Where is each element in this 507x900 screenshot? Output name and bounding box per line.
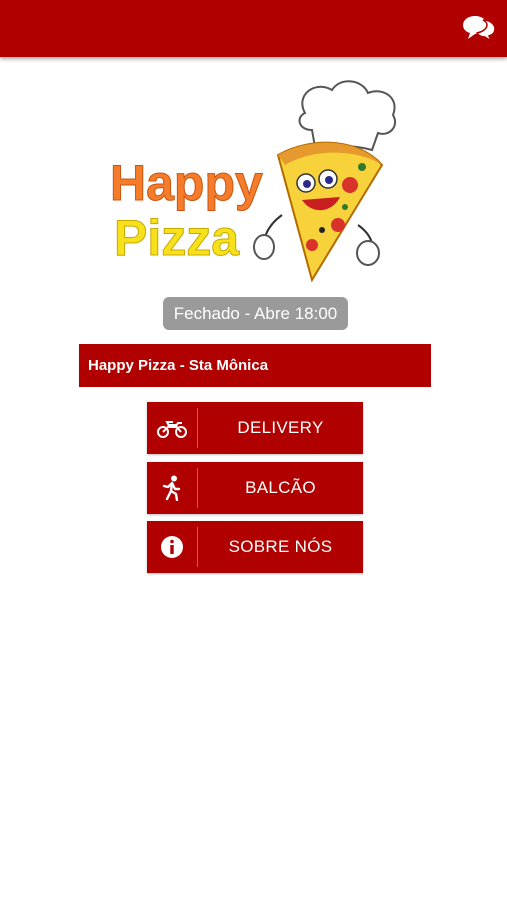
balcao-button[interactable]: BALCÃO: [147, 462, 363, 514]
store-name-bar: Happy Pizza - Sta Mônica: [79, 344, 431, 387]
balcao-label: BALCÃO: [245, 478, 316, 497]
happy-pizza-logo: Happy Pizza: [110, 80, 397, 283]
info-icon: [147, 521, 197, 573]
motorcycle-icon: [147, 402, 197, 454]
store-status-badge: Fechado - Abre 18:00: [163, 297, 348, 330]
chat-bubbles-icon[interactable]: [461, 12, 497, 44]
logo-word-happy: Happy: [110, 155, 263, 211]
logo-word-pizza: Pizza: [114, 210, 240, 266]
top-app-bar: [0, 0, 507, 57]
delivery-label: DELIVERY: [237, 418, 324, 437]
delivery-button[interactable]: DELIVERY: [147, 402, 363, 454]
pizza-slice-icon: [253, 141, 384, 283]
about-us-button[interactable]: SOBRE NÓS: [147, 521, 363, 573]
running-person-icon: [147, 462, 197, 514]
chef-hat-icon: [298, 80, 397, 152]
about-us-label: SOBRE NÓS: [228, 537, 333, 556]
